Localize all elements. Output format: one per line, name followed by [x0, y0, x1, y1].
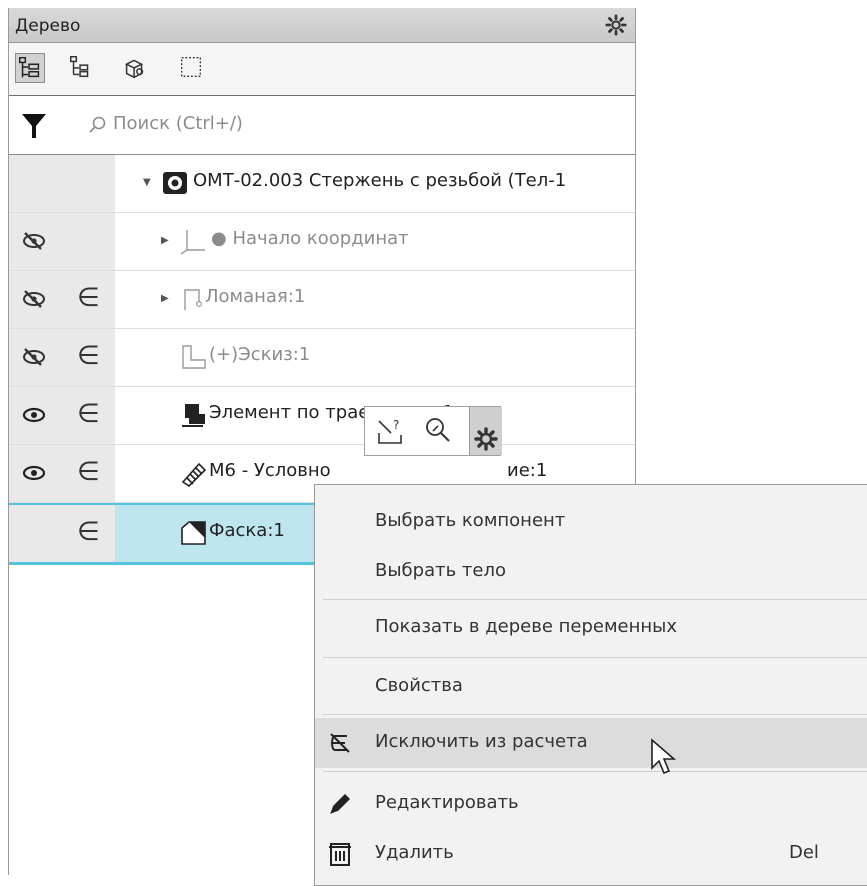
context-menu: Выбрать компонент Выбрать тело Показать … — [314, 484, 867, 886]
tree-row-label-text: Начало координат — [232, 228, 409, 249]
exclude-column: ∈ — [61, 271, 115, 328]
panel-toolbar — [9, 43, 635, 96]
what-is-this-icon[interactable]: ? — [373, 415, 405, 447]
expander-open-icon[interactable]: ▼ — [143, 177, 151, 188]
visibility-column — [9, 271, 61, 328]
svg-text:?: ? — [393, 418, 399, 432]
exclude-icon — [330, 733, 350, 753]
exclude-marker[interactable]: ∈ — [77, 519, 100, 545]
menu-item-label: Исключить из расчета — [375, 731, 588, 752]
menu-separator — [323, 714, 867, 715]
exclude-marker[interactable]: ∈ — [77, 459, 100, 485]
menu-item-delete[interactable]: Удалить Del — [315, 829, 867, 879]
visibility-column — [9, 387, 61, 444]
menu-item-label: Свойства — [375, 675, 463, 696]
expander-closed-icon[interactable]: ▶ — [161, 235, 169, 246]
search-bar: Поиск (Ctrl+/) — [9, 96, 635, 155]
search-icon — [89, 116, 106, 133]
tree-row-label: ● Начало координат — [211, 228, 409, 249]
menu-separator — [323, 657, 867, 658]
tree-row-origin[interactable]: ▶ ● Начало координат — [9, 213, 635, 271]
components-icon[interactable] — [121, 53, 151, 83]
gear-icon[interactable] — [605, 14, 627, 36]
menu-item-show-in-variables[interactable]: Показать в дереве переменных — [315, 603, 867, 653]
polyline-icon — [184, 289, 203, 310]
hierarchy-tree-icon[interactable] — [67, 53, 97, 83]
selection-frame-icon[interactable] — [177, 53, 207, 83]
tree-row-polyline[interactable]: ∈ ▶ Ломаная:1 — [9, 271, 635, 329]
visibility-column — [9, 213, 61, 270]
tree-row-label: М6 - Условно — [209, 460, 331, 481]
mini-toolbar: ? — [364, 406, 502, 456]
exclude-marker[interactable]: ∈ — [77, 401, 100, 427]
panel-titlebar: Дерево — [9, 8, 635, 43]
mouse-cursor-icon — [651, 738, 677, 775]
menu-item-label: Выбрать тело — [375, 560, 507, 581]
tree-row-label: ОМТ-02.003 Стержень с резьбой (Тел-1 — [193, 170, 567, 191]
tree-row-label: (+)Эскиз:1 — [209, 344, 311, 365]
menu-item-label: Удалить — [375, 842, 454, 863]
filter-icon[interactable] — [21, 112, 47, 140]
menu-item-label: Показать в дереве переменных — [375, 616, 678, 637]
chamfer-icon — [181, 521, 206, 545]
menu-item-edit[interactable]: Редактировать — [315, 779, 867, 829]
origin-icon — [180, 230, 205, 255]
eye-icon[interactable] — [21, 463, 47, 483]
tree-row-sweep[interactable]: ∈ Элемент по траектории:1 — [9, 387, 635, 445]
structure-tree-icon[interactable] — [15, 53, 45, 83]
hidden-eye-icon[interactable] — [21, 289, 47, 309]
menu-item-select-body[interactable]: Выбрать тело — [315, 547, 867, 597]
visibility-column — [9, 155, 61, 212]
hidden-eye-icon[interactable] — [21, 231, 47, 251]
visibility-column — [9, 505, 61, 562]
gear-icon[interactable] — [469, 407, 502, 455]
tree-row-label-tail: ие:1 — [507, 460, 548, 481]
visibility-column — [9, 329, 61, 386]
menu-separator — [323, 771, 867, 772]
menu-item-shortcut: Del — [789, 842, 819, 863]
expander-closed-icon[interactable]: ▶ — [161, 293, 169, 304]
tree-row-sketch[interactable]: ∈ (+)Эскиз:1 — [9, 329, 635, 387]
menu-item-label: Выбрать компонент — [375, 510, 566, 531]
tree-row-label: Фаска:1 — [209, 520, 285, 541]
trash-icon — [329, 843, 351, 866]
search-input[interactable]: Поиск (Ctrl+/) — [113, 113, 243, 134]
pencil-icon — [330, 794, 350, 814]
exclude-column: ∈ — [61, 445, 115, 502]
sketch-icon — [182, 345, 206, 369]
exclude-column — [61, 213, 115, 270]
exclude-marker[interactable]: ∈ — [77, 285, 100, 311]
menu-item-label: Редактировать — [375, 792, 519, 813]
menu-separator — [323, 599, 867, 600]
tree-row-root[interactable]: ▼ ОМТ-02.003 Стержень с резьбой (Тел-1 — [9, 155, 635, 213]
menu-item-select-component[interactable]: Выбрать компонент — [315, 497, 867, 547]
exclude-column: ∈ — [61, 505, 115, 562]
menu-item-properties[interactable]: Свойства — [315, 662, 867, 712]
sweep-icon — [182, 404, 205, 427]
part-icon — [163, 172, 187, 194]
visibility-column — [9, 445, 61, 502]
hidden-eye-icon[interactable] — [21, 347, 47, 367]
menu-item-exclude[interactable]: Исключить из расчета — [315, 718, 867, 768]
zoom-to-icon[interactable] — [421, 415, 453, 447]
panel-title: Дерево — [15, 16, 81, 36]
eye-icon[interactable] — [21, 405, 47, 425]
thread-icon — [181, 462, 207, 488]
exclude-column — [61, 155, 115, 212]
exclude-column: ∈ — [61, 329, 115, 386]
tree-row-label: Ломаная:1 — [205, 286, 306, 307]
exclude-column: ∈ — [61, 387, 115, 444]
exclude-marker[interactable]: ∈ — [77, 343, 100, 369]
